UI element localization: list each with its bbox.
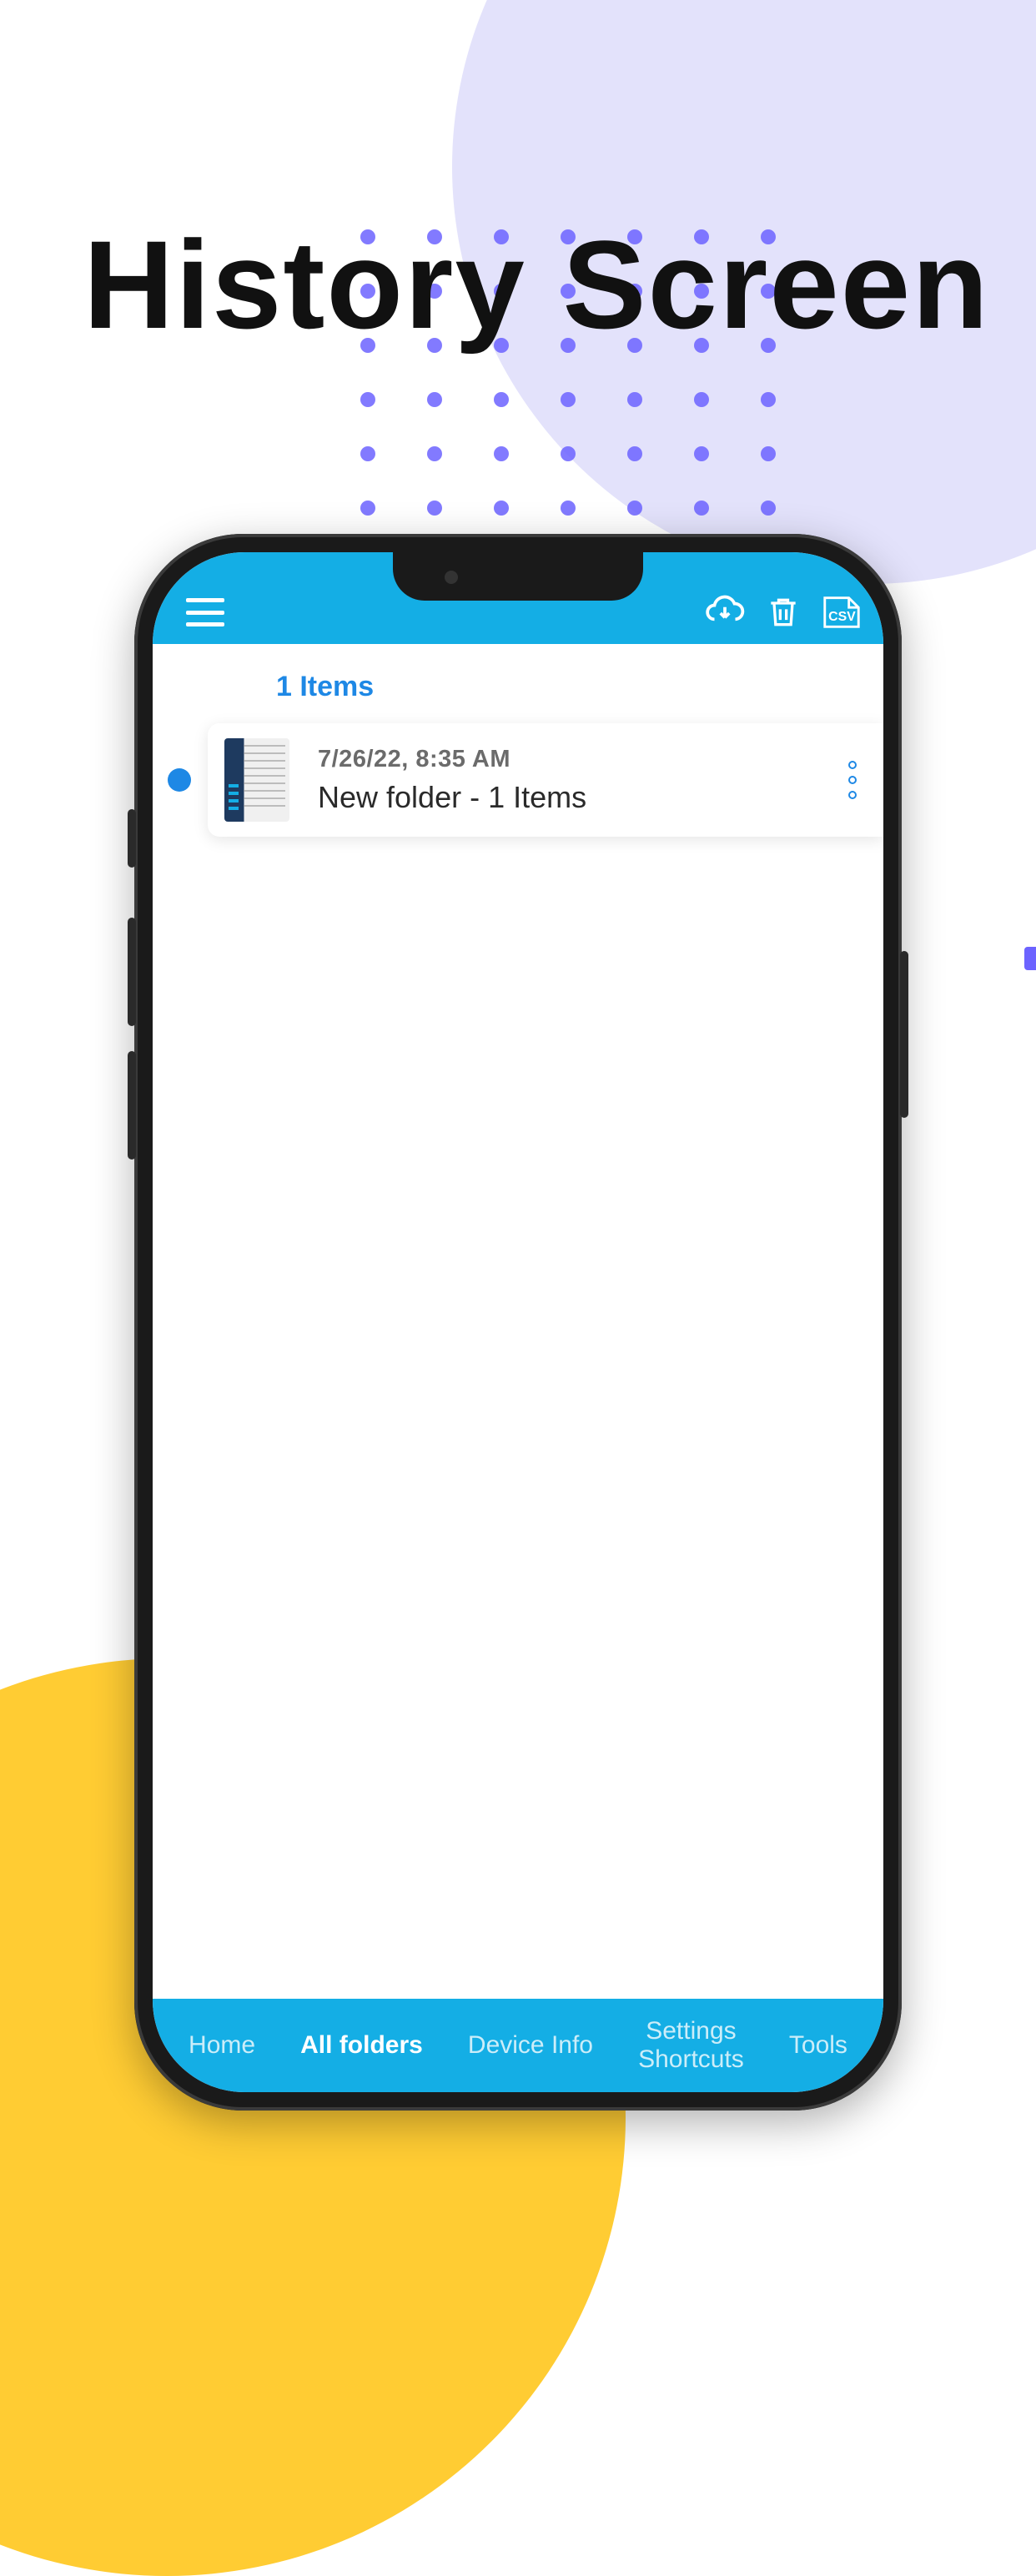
phone-notch: [393, 552, 643, 601]
page-title: History Screen: [83, 213, 990, 357]
svg-text:CSV: CSV: [828, 610, 856, 624]
list-item[interactable]: 7/26/22, 8:35 AM New folder - 1 Items: [153, 723, 883, 837]
tab-device-info[interactable]: Device Info: [468, 2031, 593, 2060]
selection-indicator-icon[interactable]: [168, 768, 191, 792]
tab-settings-shortcuts[interactable]: Settings Shortcuts: [638, 2017, 744, 2075]
folder-card[interactable]: 7/26/22, 8:35 AM New folder - 1 Items: [208, 723, 883, 837]
phone-screen: CSV 1 Items 7/26/22, 8:35 AM New folder …: [153, 552, 883, 2092]
phone-button: [900, 951, 908, 1118]
tab-tools[interactable]: Tools: [789, 2031, 847, 2060]
tab-home[interactable]: Home: [189, 2031, 255, 2060]
tab-all-folders[interactable]: All folders: [300, 2031, 423, 2060]
items-count-label: 1 Items: [153, 644, 883, 723]
phone-button: [128, 918, 136, 1026]
content-area: 1 Items 7/26/22, 8:35 AM New folder - 1 …: [153, 644, 883, 1999]
header-actions: CSV: [703, 591, 867, 634]
cloud-download-icon[interactable]: [703, 591, 747, 634]
trash-icon[interactable]: [762, 591, 805, 634]
card-title: New folder - 1 Items: [318, 780, 838, 815]
tab-settings-label: Settings: [638, 2017, 744, 2046]
phone-button: [128, 1051, 136, 1160]
menu-icon[interactable]: [186, 598, 224, 626]
phone-button: [128, 809, 136, 868]
tab-shortcuts-label: Shortcuts: [638, 2045, 744, 2075]
folder-thumbnail: [224, 738, 289, 822]
more-options-icon[interactable]: [838, 761, 867, 799]
tab-bar: Home All folders Device Info Settings Sh…: [153, 1999, 883, 2092]
csv-export-icon[interactable]: CSV: [820, 591, 863, 634]
accent-mark: [1024, 947, 1036, 970]
phone-mockup: CSV 1 Items 7/26/22, 8:35 AM New folder …: [134, 534, 902, 2111]
card-date: 7/26/22, 8:35 AM: [318, 746, 838, 773]
card-text: 7/26/22, 8:35 AM New folder - 1 Items: [318, 746, 838, 815]
